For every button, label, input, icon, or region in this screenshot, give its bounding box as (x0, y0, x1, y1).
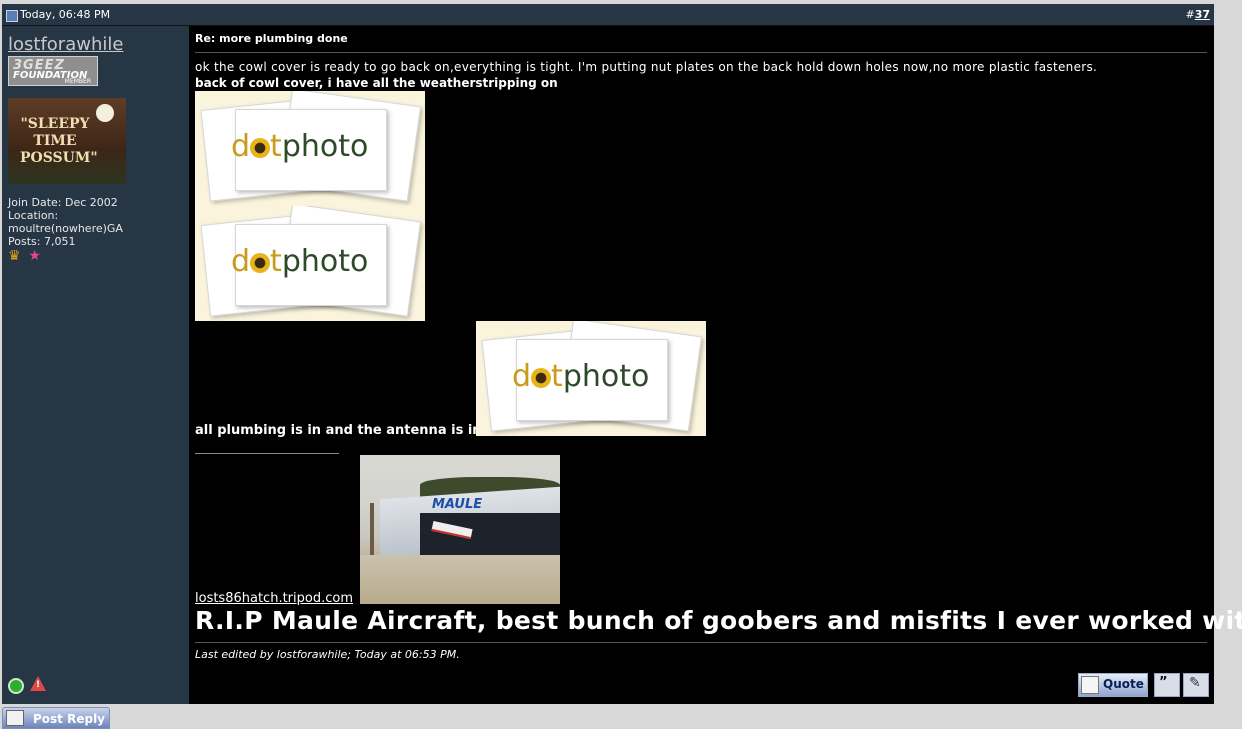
post-content: Re: more plumbing done ok the cowl cover… (189, 26, 1242, 704)
quote-label: Quote (1103, 677, 1144, 691)
user-details: Join Date: Dec 2002 Location: moultre(no… (8, 196, 123, 248)
edit-icon: ✎ (1189, 675, 1201, 691)
trophy-icon: ♛ (8, 248, 21, 264)
message-line-1: ok the cowl cover is ready to go back on… (195, 60, 1098, 74)
report-post-icon[interactable]: ! (30, 676, 46, 691)
signature-divider (195, 453, 339, 454)
post-header-bar: Today, 06:48 PM #37 (2, 4, 1214, 26)
post-count: Posts: 7,051 (8, 235, 76, 248)
edit-post-button[interactable]: ✎ (1183, 673, 1209, 697)
user-title-badge: 3GEEZ FOUNDATION MEMBER (8, 56, 98, 86)
sunflower-icon (531, 368, 552, 388)
signature-link[interactable]: losts86hatch.tripod.com (195, 591, 353, 606)
dotphoto-placeholder-image[interactable]: d tphoto (195, 91, 425, 206)
last-edited-note: Last edited by lostforawhile; Today at 0… (195, 648, 460, 661)
post-date: Today, 06:48 PM (20, 8, 111, 21)
multi-quote-button[interactable]: ” (1154, 673, 1180, 697)
post-title: Re: more plumbing done (195, 32, 348, 45)
online-status-icon (8, 678, 24, 694)
post-reply-button[interactable]: Post Reply (2, 707, 110, 729)
dotphoto-logo: d tphoto (231, 129, 369, 164)
sunflower-icon (250, 253, 271, 273)
quote-icon (1081, 676, 1099, 694)
dotphoto-logo: d tphoto (512, 359, 650, 394)
plumbing-caption: all plumbing is in and the antenna is in (195, 423, 482, 438)
edit-divider (195, 642, 1207, 643)
avatar-moon (96, 104, 114, 122)
username-link[interactable]: lostforawhile (8, 34, 123, 55)
badge-line3: MEMBER (64, 78, 91, 85)
dotphoto-placeholder-image[interactable]: d tphoto (476, 321, 706, 436)
user-info-column: lostforawhile 3GEEZ FOUNDATION MEMBER "S… (2, 26, 189, 704)
dotphoto-placeholder-image[interactable]: d tphoto (195, 206, 425, 321)
signature-text: R.I.P Maule Aircraft, best bunch of goob… (195, 606, 1242, 635)
avatar-text: "SLEEPY TIME POSSUM" (20, 116, 98, 166)
multi-quote-icon: ” (1159, 675, 1168, 690)
join-date: Join Date: Dec 2002 (8, 196, 118, 209)
title-divider (195, 52, 1207, 53)
dotphoto-logo: d tphoto (231, 244, 369, 279)
post-icon (6, 10, 18, 22)
message-line-2: back of cowl cover, i have all the weath… (195, 76, 558, 90)
quote-button[interactable]: Quote (1078, 673, 1148, 697)
maule-hangar-photo: MAULE (360, 455, 560, 604)
location-value: moultre(nowhere)GA (8, 222, 123, 235)
post-number-link[interactable]: 37 (1195, 8, 1210, 21)
sunflower-icon (250, 138, 271, 158)
user-award-icons: ♛ ★ (8, 248, 45, 264)
maule-sign-text: MAULE (432, 497, 483, 512)
location-label: Location: (8, 209, 59, 222)
avatar[interactable]: "SLEEPY TIME POSSUM" (8, 98, 126, 184)
post-number: #37 (1185, 8, 1210, 21)
award-icon: ★ (28, 248, 41, 264)
